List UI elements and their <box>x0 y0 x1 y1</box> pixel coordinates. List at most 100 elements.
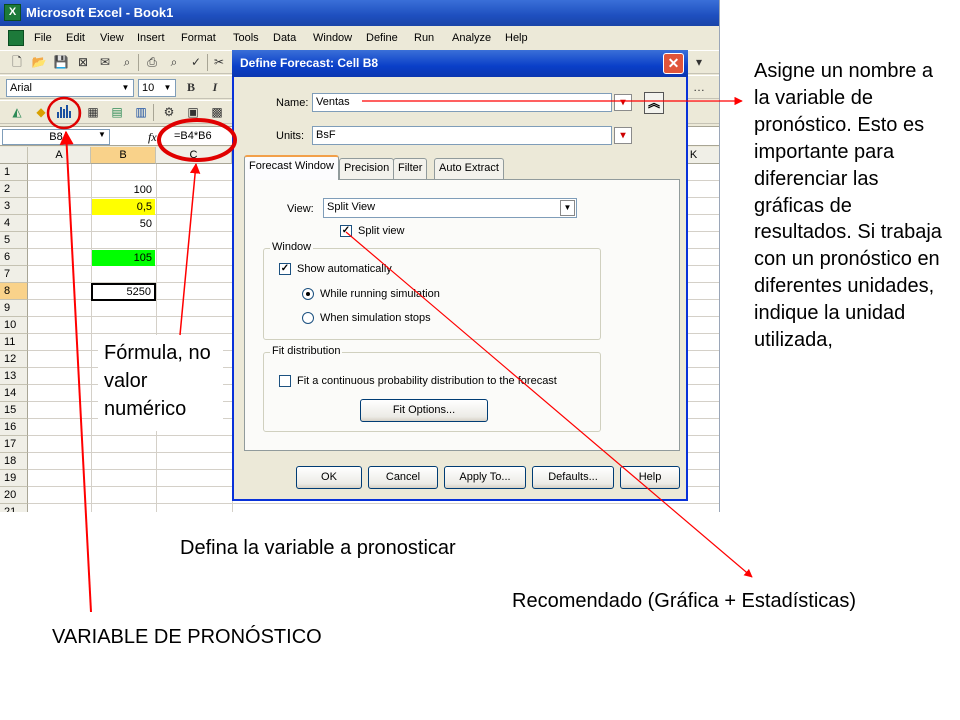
formula-input[interactable]: =B4*B6 <box>174 130 212 142</box>
forecast-units-value: BsF <box>316 129 336 141</box>
row-header-15[interactable]: 15 <box>0 402 28 419</box>
chevron-down-icon[interactable]: ▼ <box>98 130 106 139</box>
copy-data-icon[interactable]: ▦ <box>84 104 102 121</box>
menu-run[interactable]: Run <box>414 32 434 44</box>
menu-data[interactable]: Data <box>273 32 296 44</box>
print-icon[interactable]: ⎙ <box>143 54 161 71</box>
cell-b6[interactable]: 105 <box>92 250 155 266</box>
menu-analyze[interactable]: Analyze <box>452 32 491 44</box>
row-header-17[interactable]: 17 <box>0 436 28 453</box>
forecast-units-input[interactable]: BsF <box>312 126 612 145</box>
save-icon[interactable]: 💾 <box>52 54 70 71</box>
paste-data-icon[interactable]: ▤ <box>108 104 126 121</box>
fit-options-button[interactable]: Fit Options... <box>360 399 488 422</box>
expand-collapse-button[interactable]: ︽ <box>644 92 664 114</box>
row-header-5[interactable]: 5 <box>0 232 28 249</box>
split-view-checkbox[interactable]: ✓ <box>340 225 352 237</box>
menu-define[interactable]: Define <box>366 32 398 44</box>
row-header-14[interactable]: 14 <box>0 385 28 402</box>
column-header-b[interactable]: B <box>91 147 156 164</box>
toolbar-overflow-icon[interactable]: ▾ <box>690 54 708 71</box>
tab-precision[interactable]: Precision <box>339 158 395 179</box>
menu-view[interactable]: View <box>100 32 124 44</box>
row-header-21[interactable]: 21 <box>0 504 28 512</box>
apply-to-button[interactable]: Apply To... <box>444 466 526 489</box>
row-header-7[interactable]: 7 <box>0 266 28 283</box>
cell-reference-icon[interactable]: ▾ <box>614 127 632 144</box>
define-assumption-icon[interactable]: ◭ <box>8 104 26 121</box>
fit-continuous-checkbox[interactable] <box>279 375 291 387</box>
cell-b4[interactable]: 50 <box>92 216 155 232</box>
menu-file[interactable]: File <box>34 32 52 44</box>
cell-b3[interactable]: 0,5 <box>92 199 155 215</box>
tab-forecast-window[interactable]: Forecast Window <box>244 155 339 180</box>
print-preview-icon[interactable]: ⌕ <box>165 54 183 71</box>
row-header-19[interactable]: 19 <box>0 470 28 487</box>
column-header-a[interactable]: A <box>28 147 91 164</box>
row-header-8[interactable]: 8 <box>0 283 28 300</box>
select-all-corner[interactable] <box>0 147 28 164</box>
row-header-13[interactable]: 13 <box>0 368 28 385</box>
define-annotation: Defina la variable a pronosticar <box>180 537 456 559</box>
row-header-16[interactable]: 16 <box>0 419 28 436</box>
row-header-20[interactable]: 20 <box>0 487 28 504</box>
workbook-icon[interactable] <box>8 30 24 46</box>
toolbar-overflow-icon[interactable]: … <box>690 79 708 96</box>
search-icon[interactable]: ⌕ <box>118 54 136 71</box>
row-header-6[interactable]: 6 <box>0 249 28 266</box>
column-header-c[interactable]: C <box>156 147 232 164</box>
cell-reference-icon[interactable]: ▾ <box>614 94 632 111</box>
email-icon[interactable]: ✉ <box>96 54 114 71</box>
toolbar-separator <box>138 54 139 71</box>
font-name-select[interactable]: Arial ▼ <box>6 79 134 97</box>
check-icon: ✓ <box>280 263 290 274</box>
defaults-button[interactable]: Defaults... <box>532 466 614 489</box>
row-header-9[interactable]: 9 <box>0 300 28 317</box>
fx-icon[interactable]: fx <box>148 130 157 145</box>
tab-filter[interactable]: Filter <box>393 158 428 179</box>
show-automatically-checkbox[interactable]: ✓ <box>279 263 291 275</box>
menu-insert[interactable]: Insert <box>137 32 165 44</box>
menu-edit[interactable]: Edit <box>66 32 85 44</box>
clear-data-icon[interactable]: ▥ <box>132 104 150 121</box>
while-running-radio[interactable] <box>302 288 314 300</box>
open-icon[interactable]: 📂 <box>30 54 48 71</box>
define-decision-icon[interactable]: ◆ <box>32 104 50 121</box>
close-button[interactable]: ✕ <box>663 53 684 74</box>
cancel-button[interactable]: Cancel <box>368 466 438 489</box>
italic-button[interactable]: I <box>206 79 224 96</box>
row-header-4[interactable]: 4 <box>0 215 28 232</box>
row-header-18[interactable]: 18 <box>0 453 28 470</box>
row-header-12[interactable]: 12 <box>0 351 28 368</box>
menu-tools[interactable]: Tools <box>233 32 259 44</box>
show-automatically-label: Show automatically <box>297 263 392 275</box>
name-box[interactable]: B8 <box>2 129 110 145</box>
forecast-name-input[interactable]: Ventas <box>312 93 612 112</box>
row-header-1[interactable]: 1 <box>0 164 28 181</box>
spelling-icon[interactable]: ✓ <box>187 54 205 71</box>
correlation-icon[interactable]: ▩ <box>208 104 226 121</box>
define-forecast-icon[interactable] <box>55 104 73 121</box>
when-stops-radio[interactable] <box>302 312 314 324</box>
row-header-10[interactable]: 10 <box>0 317 28 334</box>
new-icon[interactable]: 🗋 <box>8 54 26 71</box>
font-size-select[interactable]: 10 ▼ <box>138 79 176 97</box>
menu-help[interactable]: Help <box>505 32 528 44</box>
permission-icon[interactable]: ⊠ <box>74 54 92 71</box>
row-header-2[interactable]: 2 <box>0 181 28 198</box>
view-label: View: <box>287 203 314 215</box>
row-header-11[interactable]: 11 <box>0 334 28 351</box>
ok-button[interactable]: OK <box>296 466 362 489</box>
help-button[interactable]: Help <box>620 466 680 489</box>
cut-icon[interactable]: ✂ <box>210 54 228 71</box>
tab-auto-extract[interactable]: Auto Extract <box>434 158 504 179</box>
select-icon[interactable]: ⚙ <box>160 104 178 121</box>
view-select[interactable]: Split View ▼ <box>323 198 577 218</box>
row-header-3[interactable]: 3 <box>0 198 28 215</box>
cell-b2[interactable]: 100 <box>92 182 155 198</box>
freeze-icon[interactable]: ▣ <box>184 104 202 121</box>
menu-format[interactable]: Format <box>181 32 216 44</box>
menu-window[interactable]: Window <box>313 32 352 44</box>
cell-b8[interactable]: 5250 <box>91 283 156 301</box>
bold-button[interactable]: B <box>182 79 200 96</box>
